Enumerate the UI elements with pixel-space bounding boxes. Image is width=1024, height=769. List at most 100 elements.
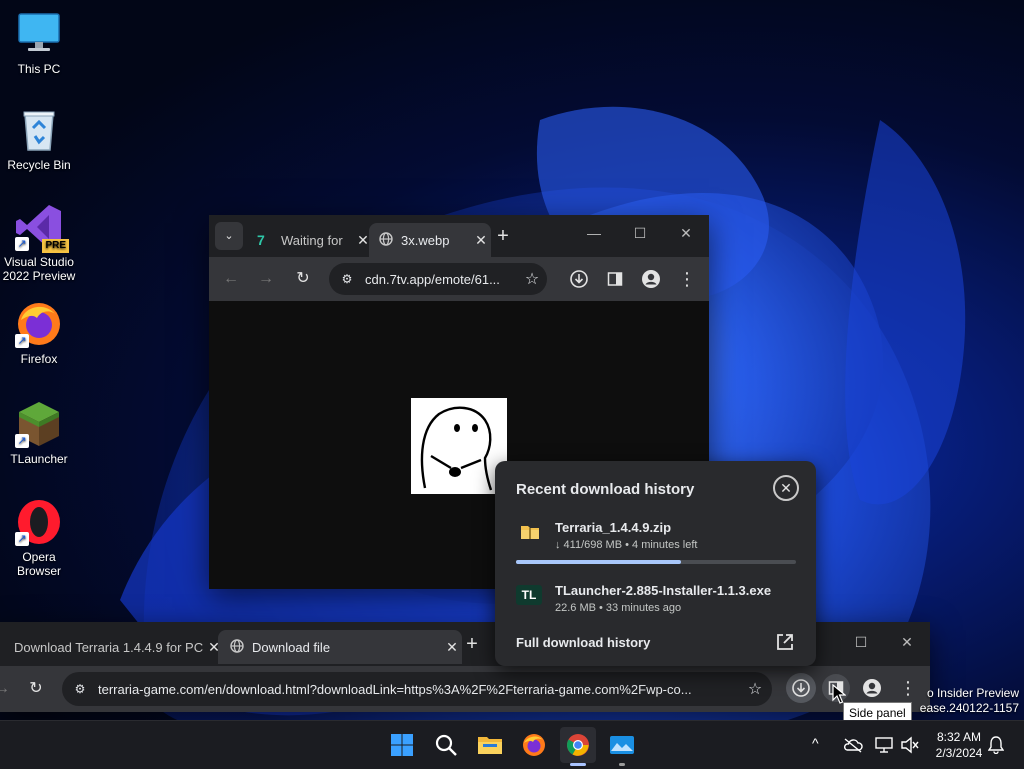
reload-button[interactable]: ↻ xyxy=(22,675,50,703)
emote-image xyxy=(411,398,507,494)
download-status: ↓ 411/698 MB • 4 minutes left xyxy=(555,539,698,551)
shortcut-arrow-icon: ↗ xyxy=(15,532,29,546)
menu-button[interactable]: ⋮ xyxy=(673,265,701,293)
tab-download-terraria[interactable]: Download Terraria 1.4.4.9 for PC ✕ xyxy=(0,630,224,664)
desktop-icon-label: Firefox xyxy=(20,352,58,366)
download-item-terraria[interactable]: Terraria_1.4.4.9.zip ↓ 411/698 MB • 4 mi… xyxy=(516,520,796,556)
bookmark-star-icon[interactable]: ☆ xyxy=(517,269,547,289)
search-button[interactable] xyxy=(428,727,464,763)
7tv-favicon-icon: 7 xyxy=(257,232,265,248)
maximize-button[interactable]: ☐ xyxy=(617,215,663,251)
close-bubble-button[interactable]: ✕ xyxy=(773,475,799,501)
site-info-icon[interactable]: ⚙ xyxy=(329,272,365,286)
forward-button[interactable]: → xyxy=(252,265,280,293)
search-icon xyxy=(435,734,457,756)
taskbar-chrome[interactable] xyxy=(560,727,596,766)
taskbar-photos[interactable] xyxy=(604,727,640,766)
clock-date: 2/3/2024 xyxy=(935,746,983,760)
profile-avatar-icon xyxy=(863,679,881,697)
show-hidden-icons-button[interactable]: ^ xyxy=(812,735,819,751)
clock[interactable]: 8:32 AM 2/3/2024 xyxy=(932,729,986,761)
taskbar-firefox[interactable] xyxy=(516,727,552,763)
notification-bell-icon[interactable] xyxy=(988,736,1004,754)
windows-logo-icon xyxy=(391,734,413,756)
menu-button[interactable]: ⋮ xyxy=(894,674,922,702)
active-indicator xyxy=(570,763,586,766)
downloads-button[interactable] xyxy=(565,265,593,293)
shortcut-arrow-icon: ↗ xyxy=(15,434,29,448)
onedrive-offline-icon[interactable] xyxy=(843,737,863,753)
opera-icon: ↗ xyxy=(15,498,63,546)
bookmark-star-icon[interactable]: ☆ xyxy=(738,679,772,699)
taskbar: ^ 8:32 AM 2/3/2024 xyxy=(0,720,1024,769)
firefox-icon xyxy=(523,734,545,756)
tab-strip: ⌄ 7 Waiting for ✕ 3x.webp ✕ + — ☐ ✕ xyxy=(209,215,709,257)
tab-title: Download file xyxy=(252,639,331,655)
shortcut-arrow-icon: ↗ xyxy=(15,237,29,251)
tab-title: 3x.webp xyxy=(401,232,450,248)
desktop-icon-label: Recycle Bin xyxy=(7,158,71,172)
tab-title: Waiting for xyxy=(281,232,343,248)
insider-watermark: o Insider Preview ease.240122-1157 xyxy=(920,686,1019,716)
desktop-icon-opera[interactable]: ↗ Opera Browser xyxy=(1,498,77,578)
browser-toolbar: ← → ↻ ⚙ cdn.7tv.app/emote/61... ☆ ⋮ xyxy=(209,257,709,301)
recycle-bin-icon xyxy=(15,106,63,154)
globe-icon xyxy=(379,231,401,249)
side-panel-button[interactable] xyxy=(601,265,629,293)
folder-icon xyxy=(478,737,502,754)
mouse-cursor-icon xyxy=(832,684,846,704)
emote-drawing xyxy=(420,406,493,491)
download-progress-bar xyxy=(516,560,796,564)
download-history-bubble: Recent download history ✕ Terraria_1.4.4… xyxy=(495,461,816,666)
tab-download-file[interactable]: Download file ✕ xyxy=(218,630,462,664)
desktop-icon-firefox[interactable]: ↗ Firefox xyxy=(1,300,77,366)
volume-muted-icon[interactable] xyxy=(900,736,920,754)
taskbar-file-explorer[interactable] xyxy=(472,727,508,763)
start-button[interactable] xyxy=(384,727,420,763)
grass-block-icon: ↗ xyxy=(15,400,63,448)
download-icon xyxy=(570,270,588,288)
network-icon[interactable] xyxy=(874,736,894,754)
clock-time: 8:32 AM xyxy=(936,730,982,744)
close-window-button[interactable]: ✕ xyxy=(884,624,930,660)
full-download-history-link[interactable]: Full download history xyxy=(516,635,650,650)
desktop-icon-recycle-bin[interactable]: Recycle Bin xyxy=(1,106,77,172)
new-tab-button[interactable]: + xyxy=(458,630,486,658)
tlauncher-file-icon: TL xyxy=(516,585,542,605)
profile-button[interactable] xyxy=(637,265,665,293)
tab-3x-webp[interactable]: 3x.webp ✕ xyxy=(369,223,491,257)
side-panel-icon xyxy=(607,272,623,286)
browser-toolbar: → ↻ ⚙ terraria-game.com/en/download.html… xyxy=(0,666,930,712)
tab-waiting[interactable]: 7 Waiting for ✕ xyxy=(249,223,373,257)
reload-button[interactable]: ↻ xyxy=(289,265,317,293)
site-info-icon[interactable]: ⚙ xyxy=(62,682,98,696)
maximize-button[interactable]: ☐ xyxy=(838,624,884,660)
forward-button[interactable]: → xyxy=(0,675,16,703)
desktop-icon-tlauncher[interactable]: ↗ TLauncher xyxy=(1,400,77,466)
desktop-icon-label: This PC xyxy=(17,62,61,76)
tab-close-icon[interactable]: ✕ xyxy=(471,232,491,249)
new-tab-button[interactable]: + xyxy=(489,222,517,250)
tab-search-button[interactable]: ⌄ xyxy=(215,222,243,250)
monitor-icon xyxy=(15,10,63,58)
profile-avatar-icon xyxy=(642,270,660,288)
desktop-icon-label: Opera Browser xyxy=(16,550,61,578)
close-window-button[interactable]: ✕ xyxy=(663,215,709,251)
desktop-icon-this-pc[interactable]: This PC xyxy=(1,10,77,76)
url-text: terraria-game.com/en/download.html?downl… xyxy=(98,681,692,697)
downloads-button[interactable] xyxy=(786,673,816,703)
shortcut-arrow-icon: ↗ xyxy=(15,334,29,348)
desktop-icon-visual-studio[interactable]: PRE ↗ Visual Studio 2022 Preview xyxy=(1,203,77,283)
profile-button[interactable] xyxy=(858,674,886,702)
download-history-heading: Recent download history xyxy=(516,481,695,498)
address-bar[interactable]: ⚙ cdn.7tv.app/emote/61... ☆ xyxy=(329,263,547,295)
download-progress-fill xyxy=(516,560,682,564)
url-text: cdn.7tv.app/emote/61... xyxy=(365,271,500,287)
minimize-button[interactable]: — xyxy=(571,215,617,251)
download-filename: TLauncher-2.885-Installer-1.1.3.exe xyxy=(555,583,772,598)
back-button[interactable]: ← xyxy=(217,265,245,293)
download-item-tlauncher[interactable]: TL TLauncher-2.885-Installer-1.1.3.exe 2… xyxy=(516,583,796,619)
download-status: 22.6 MB • 33 minutes ago xyxy=(555,602,682,614)
address-bar[interactable]: ⚙ terraria-game.com/en/download.html?dow… xyxy=(62,672,772,706)
open-in-new-icon[interactable] xyxy=(776,633,794,651)
